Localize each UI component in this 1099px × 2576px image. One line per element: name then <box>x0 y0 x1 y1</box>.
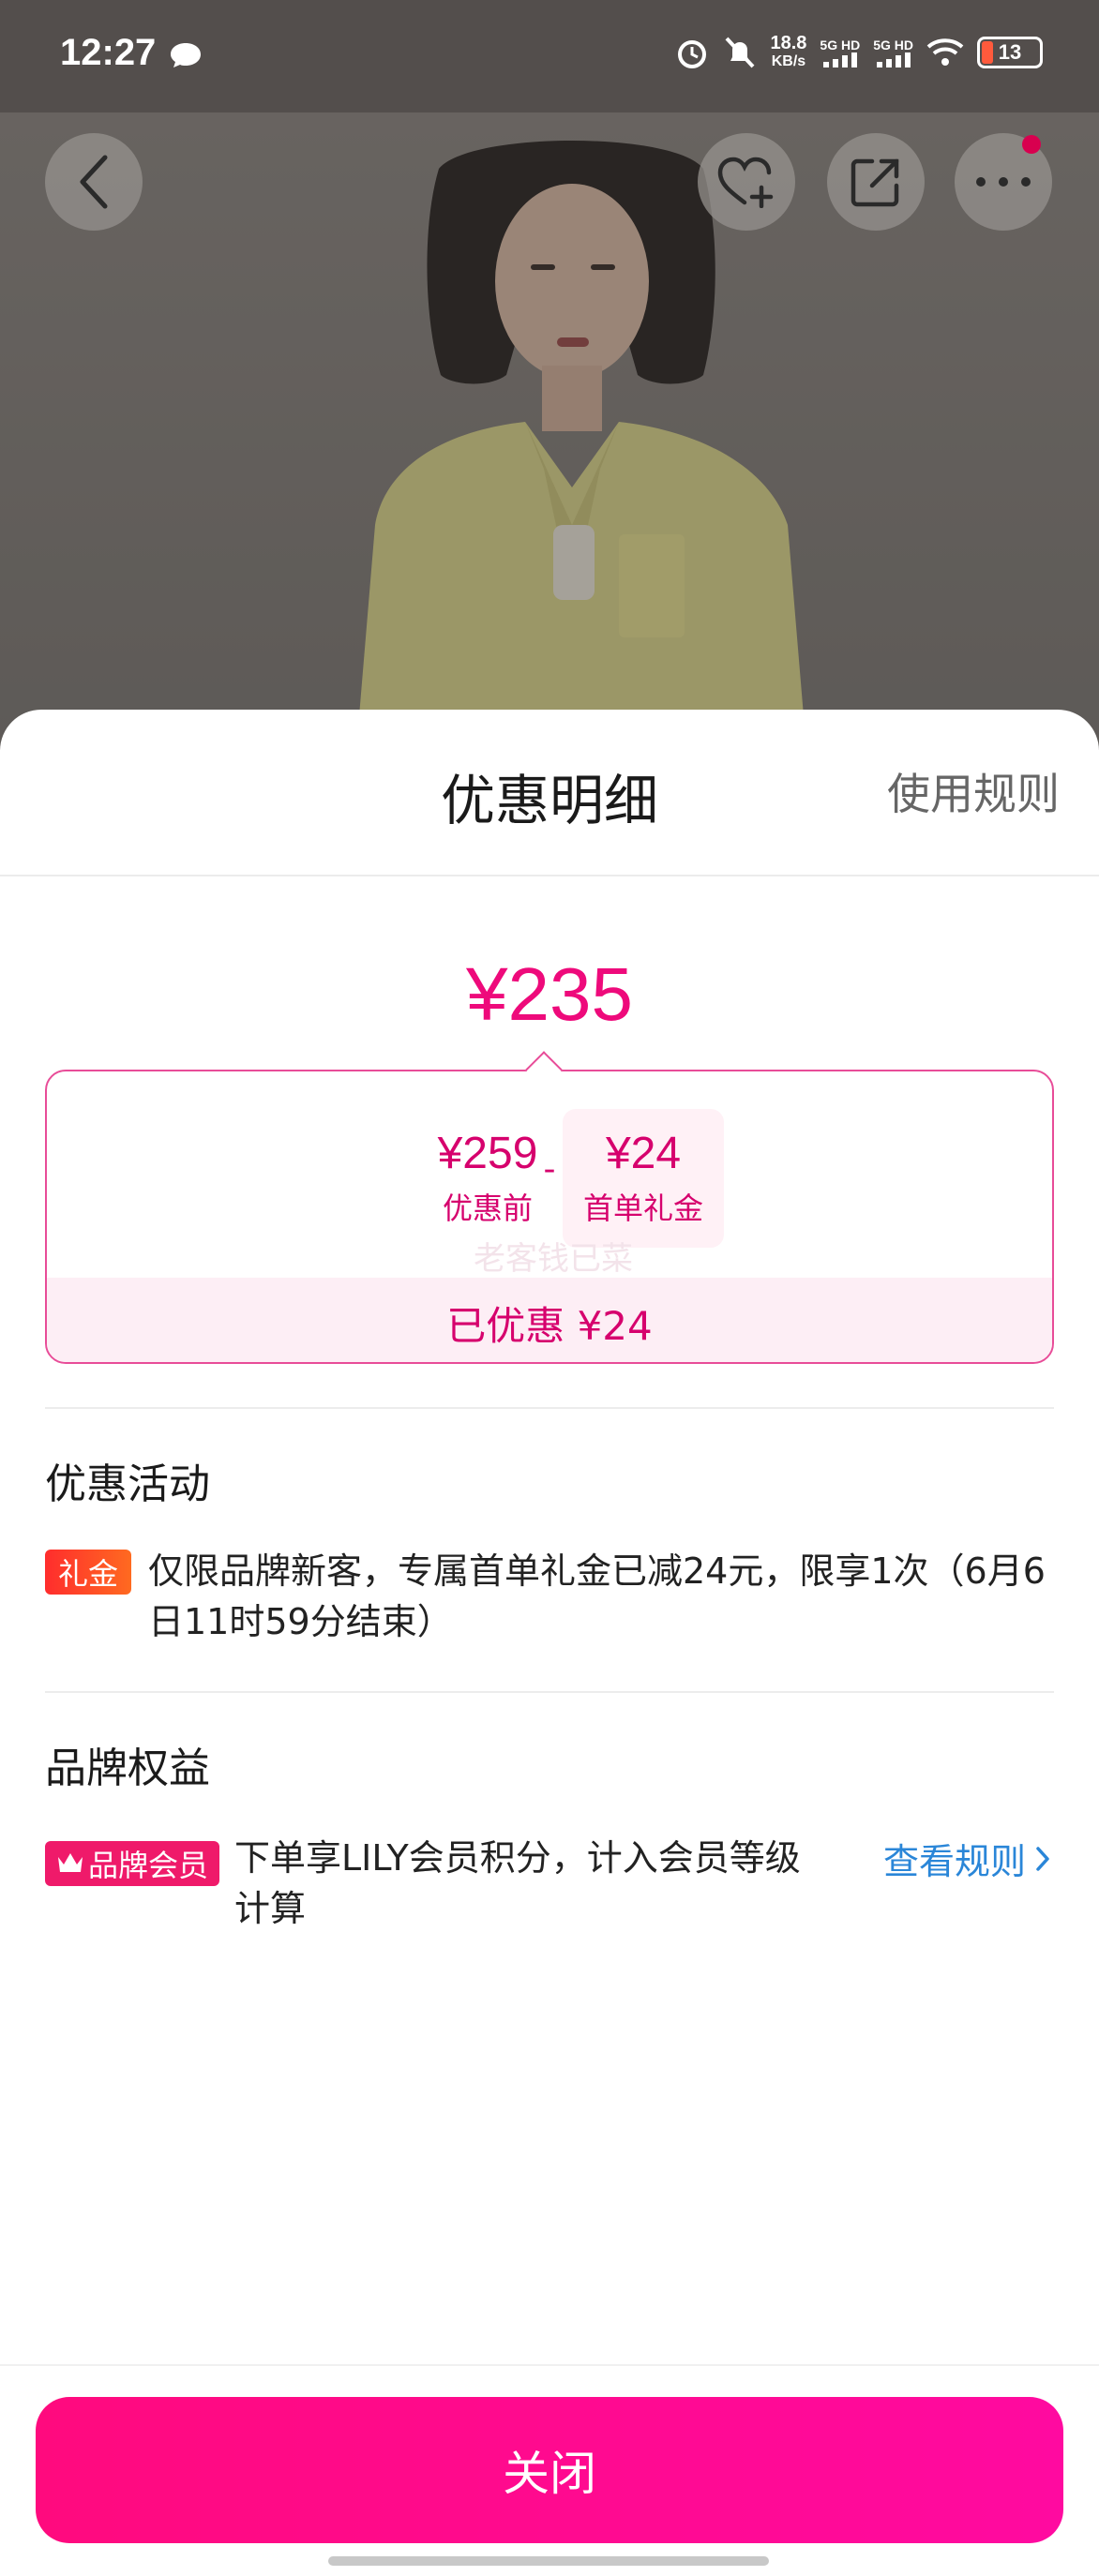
mute-bell-icon <box>726 37 755 68</box>
gift-discount-block: ¥24 首单礼金 <box>563 1109 724 1248</box>
promo-description-line2: 日11时59分结束） <box>148 1601 453 1642</box>
sheet-header: 优惠明细 使用规则 <box>0 710 1099 876</box>
faded-text: 老客钱已菜 <box>474 1240 633 1278</box>
view-rules-link[interactable]: 查看规则 <box>883 1833 1050 1884</box>
back-button[interactable] <box>45 133 143 231</box>
chevron-left-icon <box>80 155 108 209</box>
divider <box>45 1407 1054 1409</box>
signal-bars-icon <box>876 52 911 67</box>
net-speed-value: 18.8 <box>770 33 807 53</box>
status-icons: 18.8 KB/s 5G HD 5G HD 13 <box>674 34 1043 71</box>
favorite-button[interactable] <box>698 133 795 231</box>
gift-badge: 礼金 <box>45 1550 131 1595</box>
more-icon <box>976 177 1031 187</box>
final-price: ¥235 <box>466 952 633 1036</box>
brand-description-line1: 下单享LILY会员积分，计入会员等级 <box>234 1837 801 1879</box>
member-badge-label: 品牌会员 <box>87 1848 208 1883</box>
notification-dot <box>1022 135 1041 154</box>
divider <box>45 1691 1054 1693</box>
promo-description: 仅限品牌新客，专属首单礼金已减24元，限享1次（6月6 日11时59分结束） <box>148 1546 1067 1647</box>
member-badge: 品牌会员 <box>45 1841 219 1886</box>
view-rules-label: 查看规则 <box>882 1841 1026 1882</box>
status-time: 12:27 <box>60 32 157 73</box>
brand-description-line2: 计算 <box>234 1888 307 1929</box>
promo-section-title: 优惠活动 <box>45 1460 210 1508</box>
gift-amount: ¥24 <box>605 1129 682 1178</box>
net-speed-unit: KB/s <box>771 53 806 69</box>
message-icon <box>171 43 201 67</box>
brand-description: 下单享LILY会员积分，计入会员等级 计算 <box>234 1833 853 1934</box>
dim-overlay[interactable] <box>0 0 1099 750</box>
share-icon <box>851 158 899 207</box>
saved-amount: 已优惠 ¥24 <box>446 1303 653 1349</box>
battery-indicator: 13 <box>977 37 1043 68</box>
sim2-signal: 5G HD <box>873 37 913 67</box>
wifi-icon <box>926 38 964 66</box>
usage-rules-link[interactable]: 使用规则 <box>887 760 1060 822</box>
original-price-label: 优惠前 <box>442 1191 533 1226</box>
saved-amount-bar: 已优惠 ¥24 <box>47 1278 1052 1362</box>
price-box-notch <box>525 1051 563 1088</box>
share-button[interactable] <box>827 133 925 231</box>
sim2-label: 5G HD <box>873 37 913 52</box>
alarm-icon <box>678 40 707 68</box>
gift-label: 首单礼金 <box>582 1191 703 1226</box>
signal-bars-icon <box>822 52 857 67</box>
battery-level: 13 <box>998 40 1022 64</box>
price-breakdown: ¥259 优惠前 - ¥24 首单礼金 老客钱已菜 已优惠 ¥24 <box>45 1051 1054 1364</box>
sim1-label: 5G HD <box>820 37 861 52</box>
home-indicator[interactable] <box>328 2556 769 2566</box>
promo-description-line1: 仅限品牌新客，专属首单礼金已减24元，限享1次（6月6 <box>148 1550 1046 1592</box>
status-bar: 12:27 18.8 KB/s 5G HD 5G HD 13 <box>0 0 1099 112</box>
more-button[interactable] <box>955 133 1052 231</box>
brand-section-title: 品牌权益 <box>45 1745 210 1792</box>
sim1-signal: 5G HD <box>820 37 860 67</box>
chevron-right-icon <box>1036 1846 1049 1871</box>
close-button[interactable]: 关闭 <box>36 2397 1063 2543</box>
heart-plus-icon <box>717 157 774 208</box>
crown-icon <box>57 1853 83 1872</box>
net-speed: 18.8 KB/s <box>770 34 806 71</box>
discount-detail-sheet: 优惠明细 使用规则 ¥235 ¥259 优惠前 - ¥24 首单礼金 老客钱已菜… <box>0 710 1099 2576</box>
